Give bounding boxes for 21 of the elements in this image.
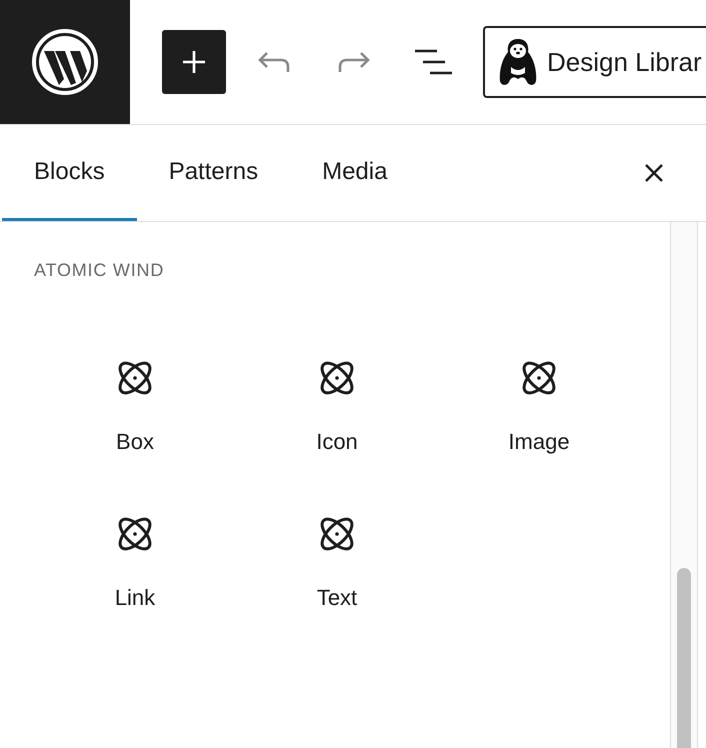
tab[interactable]: Blocks: [2, 125, 137, 221]
design-library-button[interactable]: Design Librar: [483, 26, 706, 98]
logo-tile[interactable]: [0, 0, 130, 124]
wordpress-logo-icon: [30, 27, 100, 97]
list-view-icon: [415, 49, 453, 75]
add-block-button[interactable]: [162, 30, 226, 94]
tab[interactable]: Patterns: [136, 125, 290, 221]
plus-icon: [181, 49, 207, 75]
close-icon: [644, 163, 664, 183]
redo-icon: [337, 50, 371, 74]
block-item[interactable]: Link: [104, 509, 166, 615]
block-item[interactable]: Box: [104, 353, 166, 459]
otter-icon: [499, 37, 537, 87]
block-item[interactable]: Text: [306, 509, 368, 615]
category-heading: ATOMIC WIND: [34, 260, 166, 281]
block-item[interactable]: Image: [498, 353, 580, 459]
scrollbar-thumb[interactable]: [677, 568, 691, 748]
tab[interactable]: Media: [290, 125, 420, 221]
undo-icon: [257, 50, 291, 74]
scrollbar[interactable]: [670, 222, 698, 748]
block-item[interactable]: Icon: [306, 353, 368, 459]
